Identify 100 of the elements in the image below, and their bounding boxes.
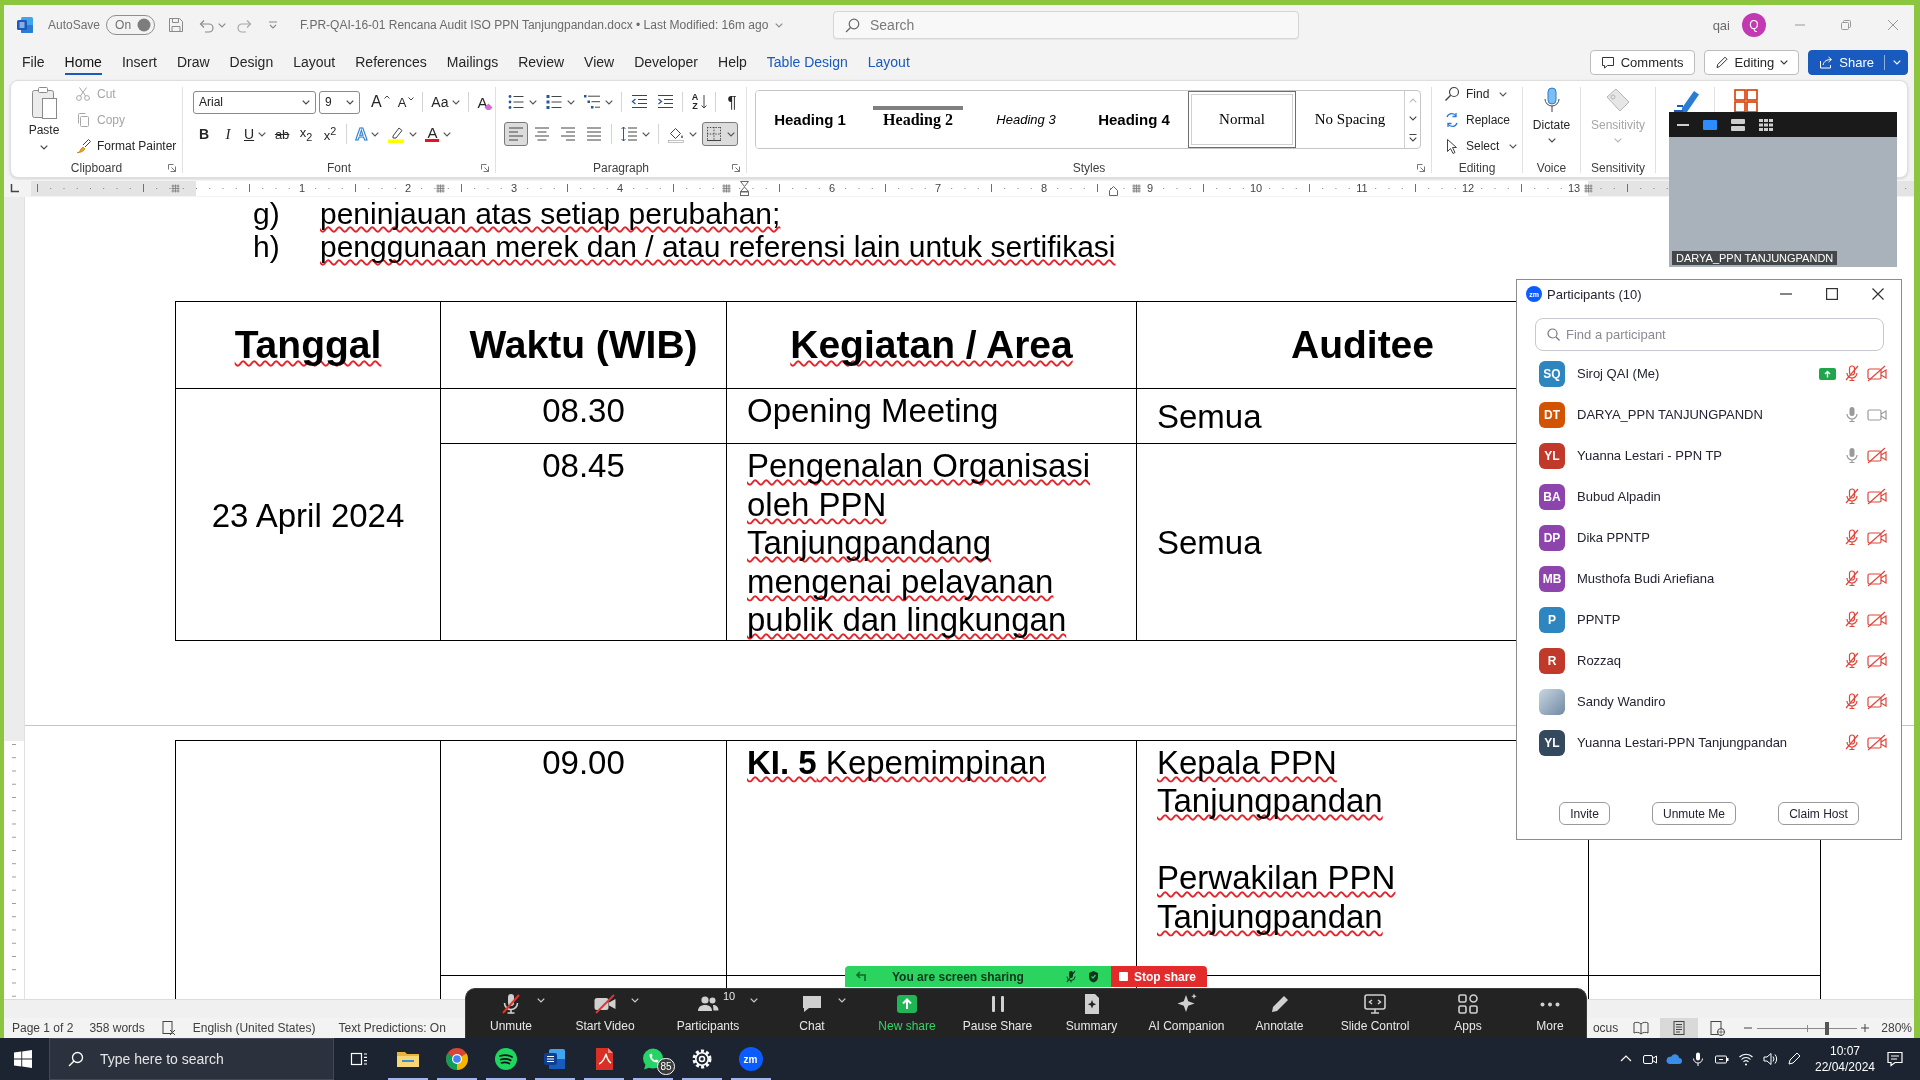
font-size-combobox[interactable]: 9 bbox=[319, 90, 360, 114]
italic-button[interactable]: I bbox=[217, 122, 239, 146]
superscript-button[interactable]: x$^{2}$ bbox=[319, 122, 342, 146]
text-predictions-status[interactable]: Text Predictions: On bbox=[338, 1021, 446, 1035]
caret-icon[interactable] bbox=[689, 131, 697, 137]
task-view-icon[interactable] bbox=[349, 1051, 368, 1067]
editing-mode-button[interactable]: Editing bbox=[1703, 49, 1800, 75]
dialog-launcher-icon[interactable] bbox=[168, 164, 176, 172]
caret-icon[interactable] bbox=[409, 131, 418, 137]
clock[interactable]: 10:07 22/04/2024 bbox=[1812, 1042, 1878, 1076]
zoom-in-icon[interactable] bbox=[1861, 1024, 1870, 1032]
menu-tab[interactable]: Layout bbox=[283, 47, 346, 77]
text-effects-button[interactable]: A bbox=[352, 122, 383, 146]
column-marker-icon[interactable] bbox=[721, 184, 731, 193]
claim-host-button[interactable]: Claim Host bbox=[1778, 802, 1859, 825]
single-view-icon[interactable] bbox=[1703, 119, 1717, 130]
caret-icon[interactable] bbox=[1547, 138, 1556, 143]
caret-icon[interactable] bbox=[727, 131, 735, 137]
proofing-icon[interactable] bbox=[160, 1020, 177, 1036]
user-avatar[interactable]: Q bbox=[1742, 13, 1766, 37]
caret-icon[interactable] bbox=[302, 99, 310, 105]
caret-icon[interactable] bbox=[605, 99, 613, 105]
paste-button[interactable]: Paste bbox=[22, 81, 66, 150]
chat-button[interactable]: Chat bbox=[762, 989, 862, 1038]
search-field[interactable]: Type here to search bbox=[49, 1038, 334, 1080]
gallery-view-icon[interactable] bbox=[1759, 118, 1773, 131]
comments-button[interactable]: Comments bbox=[1589, 49, 1695, 75]
menu-tab[interactable]: Review bbox=[508, 47, 575, 77]
caret-icon[interactable] bbox=[452, 99, 461, 105]
subscript-button[interactable]: x$_{2}$ bbox=[295, 122, 318, 146]
column-marker-icon[interactable] bbox=[1131, 184, 1141, 193]
zoom-slider-thumb[interactable] bbox=[1825, 1021, 1830, 1035]
replace-button[interactable]: Replace bbox=[1441, 107, 1521, 133]
caret-icon[interactable] bbox=[1499, 91, 1508, 97]
caret-icon[interactable] bbox=[1780, 59, 1789, 65]
menu-tab[interactable]: Design bbox=[219, 47, 284, 77]
menu-tab[interactable]: Developer bbox=[624, 47, 709, 77]
align-left-button[interactable] bbox=[504, 122, 528, 146]
caret-icon[interactable] bbox=[567, 99, 575, 105]
slide-control-button[interactable]: Slide Control bbox=[1326, 989, 1424, 1038]
menu-tab[interactable]: File bbox=[12, 47, 55, 77]
scroll-down-icon[interactable] bbox=[1408, 115, 1417, 121]
maximize-icon[interactable] bbox=[1826, 288, 1838, 300]
find-button[interactable]: Find bbox=[1441, 81, 1521, 107]
caret-icon[interactable] bbox=[529, 99, 537, 105]
dialog-launcher-icon[interactable] bbox=[732, 164, 740, 172]
microphone-icon[interactable] bbox=[1690, 1051, 1706, 1067]
formatting-marks-button[interactable]: ¶ bbox=[721, 90, 743, 114]
underline-button[interactable]: U bbox=[241, 122, 270, 146]
menu-tab[interactable]: Table Design bbox=[756, 47, 858, 77]
zoom-percentage[interactable]: 280% bbox=[1881, 1021, 1912, 1035]
column-marker-icon[interactable] bbox=[435, 184, 445, 193]
format-painter-button[interactable]: Format Painter bbox=[72, 133, 180, 159]
select-button[interactable]: Select bbox=[1441, 133, 1521, 159]
grid-icon[interactable] bbox=[1733, 88, 1759, 114]
more-button[interactable]: More bbox=[1512, 989, 1588, 1038]
start-video-button[interactable]: Start Video bbox=[556, 989, 654, 1038]
column-marker-icon[interactable] bbox=[170, 184, 180, 193]
customize-icon[interactable] bbox=[268, 21, 279, 29]
dictate-button[interactable]: Dictate bbox=[1523, 81, 1580, 143]
document-title[interactable]: F.PR-QAI-16-01 Rencana Audit ISO PPN Tanjungpandan.docx • Last Modified: 16m ago bbox=[300, 18, 784, 32]
page-count[interactable]: Page 1 of 2 bbox=[12, 1021, 74, 1035]
annotate-button[interactable]: Annotate bbox=[1233, 989, 1326, 1038]
apps-button[interactable]: Apps bbox=[1424, 989, 1512, 1038]
caret-icon[interactable] bbox=[443, 131, 452, 137]
menu-tab[interactable]: Insert bbox=[111, 47, 167, 77]
indent-marker-icon[interactable] bbox=[739, 181, 749, 196]
menu-tab[interactable]: View bbox=[574, 47, 625, 77]
restore-icon[interactable] bbox=[1840, 19, 1852, 31]
print-layout-button[interactable] bbox=[1660, 1018, 1699, 1038]
volume-icon[interactable] bbox=[1762, 1051, 1778, 1067]
borders-button[interactable] bbox=[702, 122, 738, 146]
font-name-combobox[interactable]: Arial bbox=[193, 90, 316, 114]
style-gallery-item[interactable]: Normal bbox=[1188, 91, 1296, 148]
participants-button[interactable]: 10 Participants bbox=[654, 989, 762, 1038]
strikethrough-button[interactable]: ab bbox=[271, 122, 294, 146]
sort-button[interactable]: AZ bbox=[688, 90, 710, 114]
caret-icon[interactable] bbox=[346, 99, 354, 105]
focus-mode-button[interactable]: ocus bbox=[1592, 1021, 1619, 1035]
pen-icon[interactable] bbox=[1786, 1051, 1802, 1067]
font-color-button[interactable]: A bbox=[422, 122, 455, 146]
wifi-icon[interactable] bbox=[1738, 1051, 1754, 1067]
new-share-button[interactable]: New share bbox=[862, 989, 952, 1038]
pause-share-button[interactable]: Pause Share bbox=[952, 989, 1043, 1038]
change-case-button[interactable]: Aa bbox=[428, 90, 464, 114]
share-button[interactable]: Share bbox=[1808, 49, 1908, 75]
caret-icon[interactable] bbox=[642, 131, 650, 137]
windows-start-icon[interactable] bbox=[14, 1050, 32, 1068]
shrink-font-button[interactable]: A bbox=[394, 90, 418, 114]
menu-tab[interactable]: Help bbox=[708, 47, 757, 77]
caret-icon[interactable] bbox=[40, 145, 48, 150]
grow-font-button[interactable]: A bbox=[368, 90, 393, 114]
menu-tab[interactable]: Layout bbox=[857, 47, 920, 77]
notification-icon[interactable] bbox=[1886, 1050, 1904, 1068]
more-styles-icon[interactable] bbox=[1408, 133, 1417, 142]
word-count[interactable]: 358 words bbox=[89, 1021, 145, 1035]
invite-button[interactable]: Invite bbox=[1559, 802, 1610, 825]
caret-icon[interactable] bbox=[371, 131, 380, 137]
dialog-launcher-icon[interactable] bbox=[481, 164, 489, 172]
dialog-launcher-icon[interactable] bbox=[1417, 164, 1425, 172]
